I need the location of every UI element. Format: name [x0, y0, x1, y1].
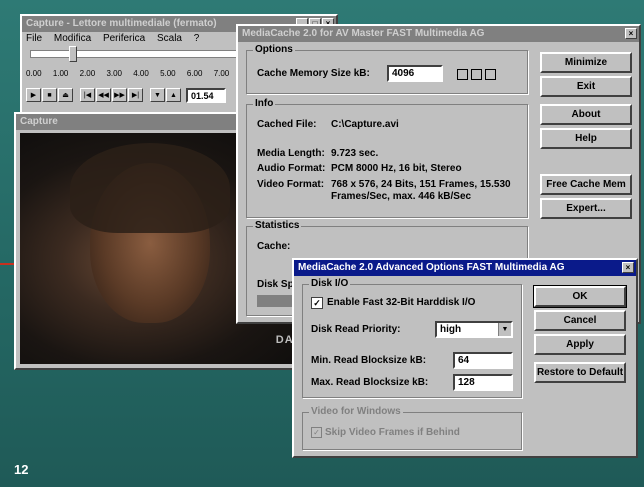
- tick-label: 7.00: [213, 69, 230, 78]
- media-length-label: Media Length:: [257, 148, 325, 159]
- tick-label: 5.00: [160, 69, 176, 78]
- advanced-options-window: MediaCache 2.0 Advanced Options FAST Mul…: [292, 258, 638, 458]
- advanced-options-controls: ×: [622, 262, 634, 273]
- fast-forward-icon[interactable]: ▶▶: [112, 88, 127, 102]
- mark-in-icon[interactable]: ▼: [150, 88, 165, 102]
- mediacache-title: MediaCache 2.0 for AV Master FAST Multim…: [242, 28, 485, 39]
- close-icon[interactable]: ×: [625, 28, 637, 39]
- min-read-input[interactable]: 64: [453, 352, 513, 369]
- capture-window-title: Capture - Lettore multimediale (fermato): [26, 18, 217, 29]
- tick-label: 4.00: [133, 69, 149, 78]
- audio-format-label: Audio Format:: [257, 163, 326, 174]
- advanced-options-title: MediaCache 2.0 Advanced Options FAST Mul…: [298, 262, 565, 273]
- disk-stat-label: Disk Sp: [257, 279, 294, 290]
- video-window-title: Capture: [20, 116, 58, 127]
- video-format-value-line-2: Frames/Sec, max. 446 kB/Sec: [331, 191, 472, 202]
- menu-scala[interactable]: Scala: [157, 33, 182, 44]
- video-for-windows-group: Video for Windows ✓ Skip Video Frames if…: [302, 406, 522, 450]
- free-cache-button[interactable]: Free Cache Mem: [540, 174, 632, 195]
- seek-thumb[interactable]: [69, 46, 77, 62]
- cache-indicator-1: [457, 69, 468, 80]
- video-format-value-line-1: 768 x 576, 24 Bits, 151 Frames, 15.530: [331, 179, 511, 190]
- info-group-label: Info: [253, 98, 276, 109]
- tick-label: 3.00: [106, 69, 123, 78]
- ok-button[interactable]: OK: [533, 285, 627, 308]
- min-read-label: Min. Read Blocksize kB:: [311, 355, 427, 366]
- minimize-button[interactable]: Minimize: [540, 52, 632, 73]
- menu-file[interactable]: File: [26, 33, 42, 44]
- menu-periferica[interactable]: Periferica: [103, 33, 145, 44]
- skip-frames-checkbox[interactable]: ✓: [311, 427, 322, 438]
- tick-label: 2.00: [79, 69, 96, 78]
- page-accent-line: [0, 263, 14, 265]
- cached-file-label: Cached File:: [257, 119, 317, 130]
- tick-label: 1.00: [52, 69, 69, 78]
- page-number: 12: [14, 462, 29, 477]
- enable-fast-label[interactable]: Enable Fast 32-Bit Harddisk I/O: [327, 297, 475, 308]
- about-button[interactable]: About: [540, 104, 632, 125]
- capture-menubar: File Modifica Periferica Scala ?: [26, 33, 208, 44]
- cache-indicator-3: [485, 69, 496, 80]
- restore-default-button[interactable]: Restore to Default: [534, 362, 626, 383]
- seek-scale: 0.00 1.00 2.00 3.00 4.00 5.00 6.00 7.00: [26, 69, 229, 78]
- cancel-button[interactable]: Cancel: [534, 310, 626, 331]
- cache-indicator-2: [471, 69, 482, 80]
- cache-memory-input[interactable]: 4096: [387, 65, 443, 82]
- skip-frames-label[interactable]: Skip Video Frames if Behind: [325, 427, 460, 438]
- apply-button[interactable]: Apply: [534, 334, 626, 355]
- vfw-group-label: Video for Windows: [309, 406, 403, 417]
- disk-read-priority-select[interactable]: high ▼: [435, 321, 513, 338]
- advanced-options-titlebar[interactable]: MediaCache 2.0 Advanced Options FAST Mul…: [294, 260, 636, 276]
- mediacache-controls: ×: [625, 28, 637, 39]
- close-icon[interactable]: ×: [622, 262, 634, 273]
- options-group: Options Cache Memory Size kB: 4096: [246, 44, 528, 94]
- tick-label: 6.00: [186, 69, 203, 78]
- rewind-icon[interactable]: ◀◀: [96, 88, 111, 102]
- time-display: 01.54: [186, 88, 226, 103]
- expert-button[interactable]: Expert...: [540, 198, 632, 219]
- statistics-group-label: Statistics: [253, 220, 302, 231]
- cached-file-value: C:\Capture.avi: [331, 119, 399, 130]
- skip-start-icon[interactable]: |◀: [80, 88, 95, 102]
- exit-button[interactable]: Exit: [540, 76, 632, 97]
- tick-label: 0.00: [26, 69, 42, 78]
- video-format-label: Video Format:: [257, 179, 325, 190]
- stop-icon[interactable]: ■: [42, 88, 57, 102]
- skip-end-icon[interactable]: ▶|: [128, 88, 143, 102]
- info-group: Info Cached File: C:\Capture.avi Media L…: [246, 98, 528, 218]
- enable-fast-checkbox[interactable]: ✓: [311, 297, 323, 309]
- disk-io-group-label: Disk I/O: [309, 278, 351, 289]
- options-group-label: Options: [253, 44, 295, 55]
- eject-icon[interactable]: ⏏: [58, 88, 73, 102]
- max-read-input[interactable]: 128: [453, 374, 513, 391]
- seek-track[interactable]: [30, 50, 242, 58]
- chevron-down-icon[interactable]: ▼: [498, 323, 511, 336]
- cache-stat-label: Cache:: [257, 241, 291, 252]
- play-icon[interactable]: ▶: [26, 88, 41, 102]
- video-hair-shape: [70, 143, 230, 233]
- disk-read-priority-label: Disk Read Priority:: [311, 324, 401, 335]
- max-read-label: Max. Read Blocksize kB:: [311, 377, 429, 388]
- mediacache-titlebar[interactable]: MediaCache 2.0 for AV Master FAST Multim…: [238, 26, 639, 42]
- audio-format-value: PCM 8000 Hz, 16 bit, Stereo: [331, 163, 462, 174]
- menu-modifica[interactable]: Modifica: [54, 33, 91, 44]
- media-length-value: 9.723 sec.: [331, 148, 379, 159]
- disk-read-priority-value: high: [440, 324, 462, 335]
- disk-io-group: Disk I/O ✓ Enable Fast 32-Bit Harddisk I…: [302, 278, 522, 398]
- mark-out-icon[interactable]: ▲: [166, 88, 181, 102]
- cache-memory-label: Cache Memory Size kB:: [257, 68, 370, 79]
- menu-help[interactable]: ?: [194, 33, 200, 44]
- help-button[interactable]: Help: [540, 128, 632, 149]
